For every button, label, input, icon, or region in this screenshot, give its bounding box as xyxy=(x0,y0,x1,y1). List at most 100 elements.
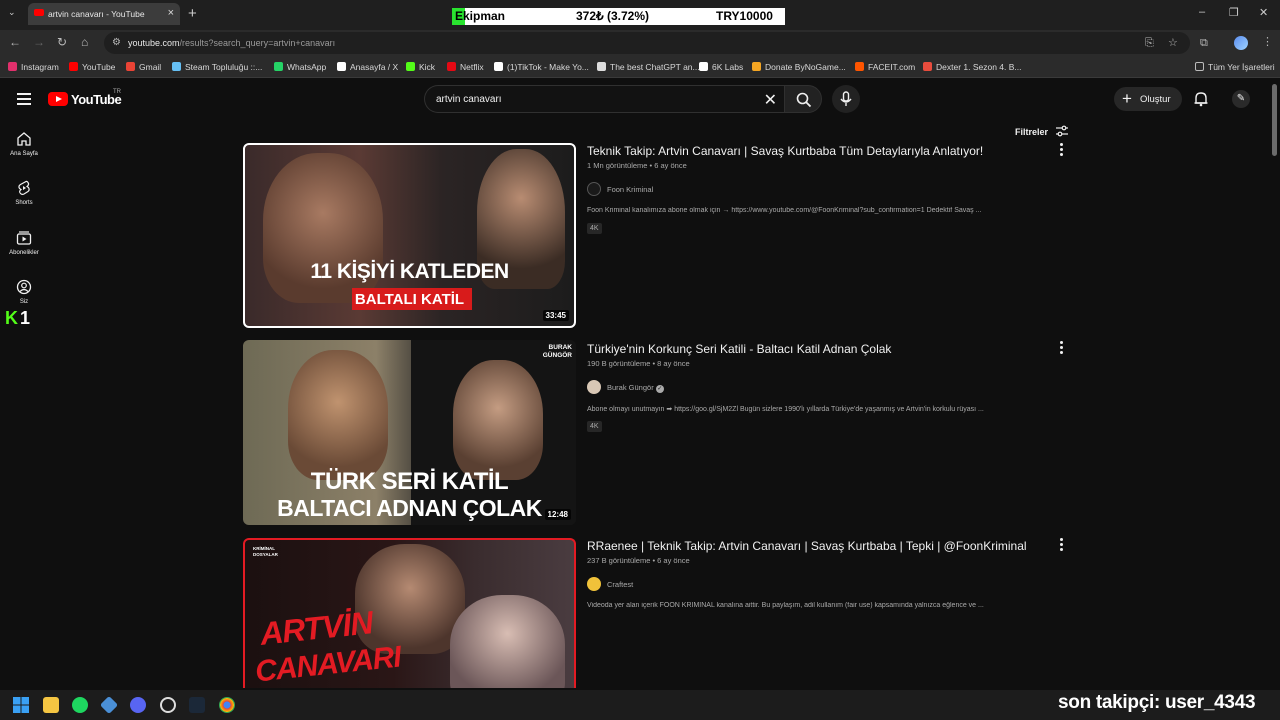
profile-avatar-icon[interactable] xyxy=(1234,36,1248,50)
steam-icon[interactable] xyxy=(189,697,205,713)
all-bookmarks-folder[interactable]: Tüm Yer İşaretleri xyxy=(1195,62,1275,72)
filters-button[interactable]: Filtreler xyxy=(1015,125,1069,137)
guide-menu-icon[interactable] xyxy=(17,93,31,105)
url-host: youtube.com xyxy=(128,38,180,48)
search-button[interactable] xyxy=(784,85,822,113)
channel-avatar xyxy=(587,577,601,591)
bookmark-kick[interactable]: Kick xyxy=(406,62,435,72)
bookmark-6klabs[interactable]: 6K Labs xyxy=(699,62,743,72)
thumbnail-subheadline: BALTALI KATİL xyxy=(354,291,465,308)
rail-item-home[interactable]: Ana Sayfa xyxy=(0,131,48,157)
thumbnail-face-right xyxy=(450,595,565,688)
app-icon-2[interactable] xyxy=(160,697,176,713)
more-actions-icon[interactable] xyxy=(1060,143,1064,158)
clear-search-icon[interactable]: ✕ xyxy=(764,90,777,110)
account-circle-icon xyxy=(16,279,32,295)
voice-search-button[interactable] xyxy=(832,85,860,113)
more-actions-icon[interactable] xyxy=(1060,341,1064,356)
tab-close-icon[interactable]: × xyxy=(168,7,174,19)
rail-label: Ana Sayfa xyxy=(10,151,38,157)
discord-icon[interactable] xyxy=(130,697,146,713)
more-actions-icon[interactable] xyxy=(1060,538,1064,553)
site-info-icon[interactable]: ⚙ xyxy=(112,37,121,48)
bookmark-faceit[interactable]: FACEIT.com xyxy=(855,62,915,72)
quality-badge: 4K xyxy=(587,421,602,432)
search-icon xyxy=(796,92,812,108)
channel-link[interactable]: Craftest xyxy=(587,577,633,591)
windows-start-icon[interactable] xyxy=(13,697,29,713)
thumbnail-brand: KRİMİNAL DOSYALAR xyxy=(253,546,278,557)
bookmark-instagram[interactable]: Instagram xyxy=(8,62,59,72)
browser-menu-icon[interactable]: ⋮ xyxy=(1262,35,1273,48)
app-icon[interactable] xyxy=(99,695,119,715)
ticker-name: Ekipman xyxy=(455,9,506,23)
account-avatar-icon[interactable]: ✎ xyxy=(1232,90,1250,108)
chrome-icon[interactable] xyxy=(219,697,235,713)
bookmark-youtube[interactable]: YouTube xyxy=(69,62,115,72)
address-bar[interactable]: ⚙ youtube.com/results?search_query=artvi… xyxy=(104,32,1190,54)
browser-tab-active[interactable]: artvin canavarı - YouTube × xyxy=(28,3,180,25)
bookmark-chatgpt[interactable]: The best ChatGPT an... xyxy=(597,62,700,72)
tab-search-chevron-icon[interactable]: ⌄ xyxy=(8,7,16,18)
rail-item-shorts[interactable]: Shorts xyxy=(0,180,48,206)
back-arrow-icon[interactable]: ← xyxy=(9,35,21,49)
video-thumbnail[interactable]: BURAK GÜNGÖR TÜRK SERİ KATİL BALTACI ADN… xyxy=(243,340,576,525)
video-thumbnail[interactable]: 11 KİŞİYİ KATLEDEN BALTALI KATİL 33:45 xyxy=(243,143,576,328)
channel-link[interactable]: Foon Kriminal xyxy=(587,182,653,196)
quality-badge: 4K xyxy=(587,223,602,234)
page-scrollbar[interactable] xyxy=(1272,84,1277,156)
subscriptions-icon xyxy=(16,231,32,245)
video-title[interactable]: RRaenee | Teknik Takip: Artvin Canavarı … xyxy=(587,539,1027,553)
bookmark-bynogame[interactable]: Donate ByNoGame... xyxy=(752,62,846,72)
create-button[interactable]: + Oluştur xyxy=(1114,87,1182,111)
video-duration: 12:48 xyxy=(544,509,571,520)
bookmark-gmail[interactable]: Gmail xyxy=(126,62,161,72)
channel-name: Burak Güngör xyxy=(607,383,654,392)
rail-label: Abonelikler xyxy=(9,250,39,256)
kick-viewer-count: 1 xyxy=(20,308,31,328)
window-minimize-icon[interactable]: – xyxy=(1199,6,1205,18)
faceit-icon xyxy=(855,62,864,71)
window-close-icon[interactable]: ✕ xyxy=(1259,6,1268,19)
6klabs-icon xyxy=(699,62,708,71)
dexter-icon xyxy=(923,62,932,71)
video-meta: 190 B görüntüleme • 8 ay önce xyxy=(587,359,690,368)
window-restore-icon[interactable]: ❐ xyxy=(1229,6,1239,19)
bookmark-steam[interactable]: Steam Topluluğu ::... xyxy=(172,62,262,72)
bookmark-whatsapp[interactable]: WhatsApp xyxy=(274,62,326,72)
youtube-logo-icon[interactable] xyxy=(48,92,68,106)
video-title[interactable]: Teknik Takip: Artvin Canavarı | Savaş Ku… xyxy=(587,144,983,158)
create-label: Oluştur xyxy=(1140,94,1171,105)
spotify-icon[interactable] xyxy=(72,697,88,713)
bookmark-dexter[interactable]: Dexter 1. Sezon 4. B... xyxy=(923,62,1022,72)
extensions-puzzle-icon[interactable]: ⧉ xyxy=(1200,37,1208,50)
bookmark-star-icon[interactable]: ☆ xyxy=(1168,36,1178,49)
shorts-icon xyxy=(18,180,30,195)
home-icon[interactable]: ⌂ xyxy=(81,35,88,49)
bookmark-tiktok[interactable]: (1)TikTok - Make Yo... xyxy=(494,62,589,72)
plus-icon: + xyxy=(1122,89,1132,108)
video-description: Abone olmayı unutmayın ➡ https://goo.gl/… xyxy=(587,406,984,413)
forward-arrow-icon[interactable]: → xyxy=(33,35,45,49)
thumbnail-face-right xyxy=(453,360,543,480)
x-icon xyxy=(337,62,346,71)
rail-item-subscriptions[interactable]: Abonelikler xyxy=(0,230,48,256)
youtube-masthead: YouTube TR artvin canavarı ✕ + Oluştur ✎ xyxy=(0,79,1280,121)
bookmark-netflix[interactable]: Netflix xyxy=(447,62,484,72)
video-title[interactable]: Türkiye'nin Korkunç Seri Katili - Baltac… xyxy=(587,342,891,356)
reload-icon[interactable]: ↻ xyxy=(57,35,67,49)
stock-ticker-overlay: Ekipman 372₺ (3.72%) TRY10000 xyxy=(452,8,785,25)
install-app-icon[interactable]: ⎘ xyxy=(1145,37,1154,50)
video-meta: 237 B görüntüleme • 6 ay önce xyxy=(587,556,690,565)
channel-link[interactable]: Burak Güngör ✓ xyxy=(587,380,664,394)
video-thumbnail[interactable]: KRİMİNAL DOSYALAR ARTVİN CANAVARI xyxy=(243,538,576,688)
bookmark-x[interactable]: Anasayfa / X xyxy=(337,62,398,72)
verified-check-icon: ✓ xyxy=(655,385,664,393)
rail-item-you[interactable]: Siz xyxy=(0,279,48,305)
file-explorer-icon[interactable] xyxy=(43,697,59,713)
channel-name: Foon Kriminal xyxy=(607,185,654,194)
new-tab-plus-icon[interactable]: + xyxy=(188,5,197,22)
notifications-bell-icon[interactable] xyxy=(1193,91,1209,107)
search-input[interactable]: artvin canavarı ✕ xyxy=(424,85,784,113)
channel-avatar xyxy=(587,182,601,196)
